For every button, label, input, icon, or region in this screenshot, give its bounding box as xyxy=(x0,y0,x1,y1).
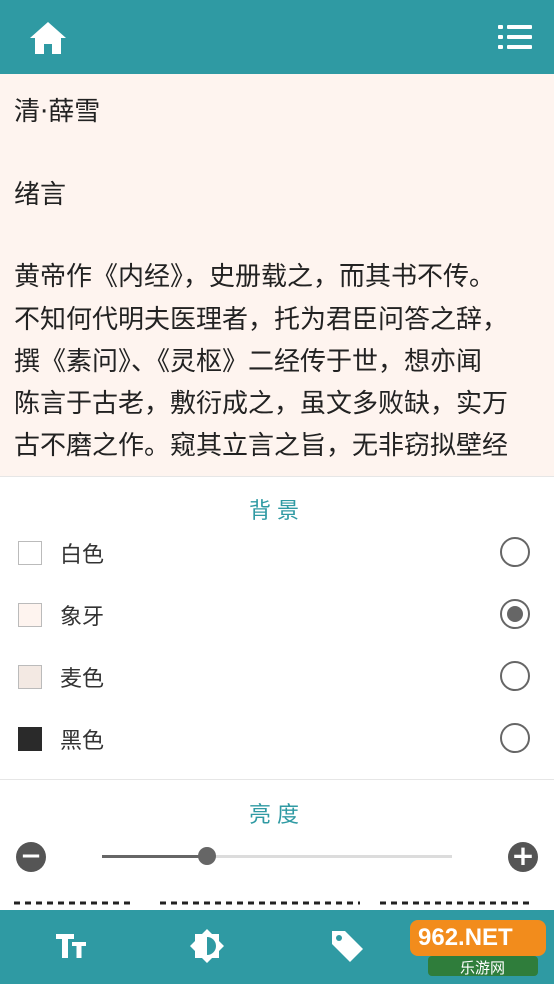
settings-panel: 背景 白色 象牙 麦色 黑色 亮度 − + xyxy=(0,476,554,911)
background-option-ivory[interactable]: 象牙 xyxy=(0,585,554,645)
option-label: 黑色 xyxy=(60,729,105,754)
brightness-title: 亮度 xyxy=(248,803,305,828)
color-swatch xyxy=(18,727,42,751)
reader-content[interactable]: 清·薛雪 绪言 黄帝作《内经》，史册载之，而其书不传。 不知何代明夫医理者，托为… xyxy=(0,74,554,476)
radio-button[interactable] xyxy=(500,661,530,691)
brightness-icon[interactable] xyxy=(189,928,225,964)
background-option-black[interactable]: 黑色 xyxy=(0,709,554,769)
section-divider xyxy=(0,779,554,780)
text-line: 不知何代明夫医理者，托为君臣问答之辞， xyxy=(14,305,509,335)
background-option-wheat[interactable]: 麦色 xyxy=(0,647,554,707)
background-option-white[interactable]: 白色 xyxy=(0,523,554,583)
text-line: 清·薛雪 xyxy=(14,97,101,127)
list-icon[interactable] xyxy=(498,22,532,52)
option-label: 麦色 xyxy=(60,667,105,692)
radio-button-selected[interactable] xyxy=(500,599,530,629)
text-line: 陈言于古老，敷衍成之，虽文多败缺，实万 xyxy=(14,389,509,419)
text-line: 绪言 xyxy=(14,180,67,210)
color-swatch xyxy=(18,665,42,689)
top-bar xyxy=(0,0,554,74)
slider-fill xyxy=(102,855,207,858)
radio-button[interactable] xyxy=(500,537,530,567)
home-icon[interactable] xyxy=(28,20,68,56)
watermark-subtext: 乐游网 xyxy=(460,959,506,977)
bottom-bar: 962.NET 乐游网 xyxy=(0,910,554,984)
tag-icon[interactable] xyxy=(329,928,365,964)
brightness-slider[interactable] xyxy=(102,847,452,865)
peek-text-decoration xyxy=(14,901,530,905)
brightness-decrease-button[interactable]: − xyxy=(16,842,46,872)
watermark-logo: 962.NET 乐游网 xyxy=(408,918,548,978)
slider-thumb[interactable] xyxy=(198,847,216,865)
background-title: 背景 xyxy=(248,499,305,524)
option-label: 象牙 xyxy=(60,605,105,630)
font-size-icon[interactable] xyxy=(54,928,88,962)
radio-button[interactable] xyxy=(500,723,530,753)
option-label: 白色 xyxy=(60,543,105,568)
text-line: 撰《素问》、《灵枢》二经传于世，想亦闻 xyxy=(14,347,483,377)
text-line: 古不磨之作。窥其立言之旨，无非窃拟壁经 xyxy=(14,431,509,461)
color-swatch xyxy=(18,541,42,565)
color-swatch xyxy=(18,603,42,627)
text-line: 黄帝作《内经》，史册载之，而其书不传。 xyxy=(14,262,496,292)
brightness-increase-button[interactable]: + xyxy=(508,842,538,872)
watermark-text: 962.NET xyxy=(418,924,513,951)
